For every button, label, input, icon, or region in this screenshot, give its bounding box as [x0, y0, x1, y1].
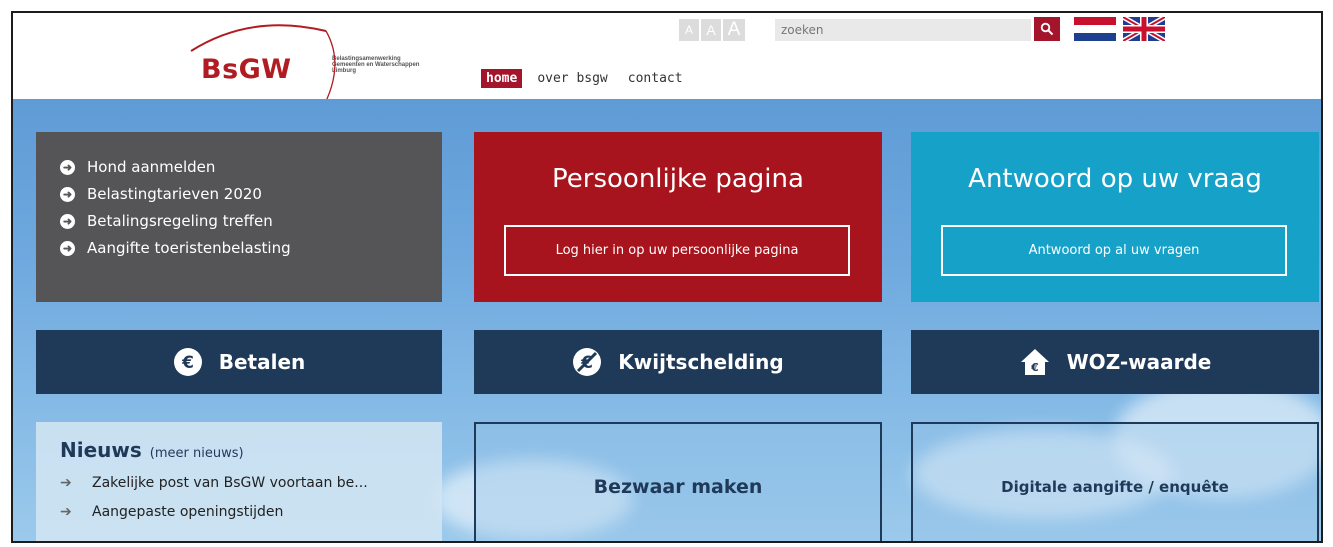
nav-contact[interactable]: contact: [623, 69, 688, 88]
answers-button[interactable]: Antwoord op al uw vragen: [941, 225, 1287, 276]
answer-title: Antwoord op uw vraag: [968, 164, 1262, 194]
arrow-right-icon: ➔: [60, 503, 72, 519]
news-panel: Nieuws (meer nieuws) ➔ Zakelijke post va…: [36, 422, 442, 541]
svg-text:€: €: [181, 353, 194, 373]
personal-page-title: Persoonlijke pagina: [552, 164, 804, 194]
search-icon: [1040, 22, 1054, 36]
quick-links-panel: ➜ Hond aanmelden ➜ Belastingtarieven 202…: [36, 132, 442, 302]
quick-link-hond[interactable]: ➜ Hond aanmelden: [60, 158, 418, 176]
house-icon: €: [1020, 349, 1049, 375]
dutch-flag-icon[interactable]: [1074, 17, 1116, 41]
browser-frame: BsGW Belastingsamenwerking Gemeenten en …: [11, 11, 1323, 543]
digitale-aangifte-tile[interactable]: Digitale aangifte / enquête: [911, 422, 1319, 541]
font-size-controls: A A A: [679, 19, 745, 41]
news-title: Nieuws: [60, 438, 142, 462]
font-size-small-button[interactable]: A: [679, 19, 699, 41]
woz-button[interactable]: € WOZ-waarde: [911, 330, 1319, 394]
arrow-right-icon: ➜: [60, 186, 75, 202]
nav-over-bsgw[interactable]: over bsgw: [532, 69, 612, 88]
arrow-right-icon: ➜: [60, 159, 75, 175]
news-item[interactable]: ➔ Zakelijke post van BsGW voortaan be...: [60, 474, 418, 491]
search-input[interactable]: [775, 19, 1031, 41]
bsgw-logo[interactable]: BsGW Belastingsamenwerking Gemeenten en …: [181, 21, 481, 111]
logo-text: BsGW: [201, 54, 292, 85]
more-news-link[interactable]: (meer nieuws): [150, 446, 244, 461]
euro-icon: €: [173, 348, 202, 376]
login-button[interactable]: Log hier in op uw persoonlijke pagina: [504, 225, 850, 276]
uk-flag-icon[interactable]: [1123, 17, 1165, 41]
quick-link-toeristenbelasting[interactable]: ➜ Aangifte toeristenbelasting: [60, 239, 418, 257]
nav-home[interactable]: home: [481, 69, 523, 88]
arrow-right-icon: ➔: [60, 474, 72, 490]
font-size-medium-button[interactable]: A: [701, 19, 721, 41]
euro-crossed-icon: €: [573, 348, 602, 376]
svg-text:€: €: [1030, 361, 1039, 374]
news-item[interactable]: ➔ Aangepaste openingstijden: [60, 503, 418, 520]
bezwaar-tile[interactable]: Bezwaar maken: [474, 422, 882, 541]
hero-background: ➜ Hond aanmelden ➜ Belastingtarieven 202…: [13, 99, 1321, 541]
news-header: Nieuws (meer nieuws): [60, 438, 418, 462]
logo-subtitle: Belastingsamenwerking Gemeenten en Water…: [332, 56, 420, 74]
answer-tile: Antwoord op uw vraag Antwoord op al uw v…: [911, 132, 1319, 302]
font-size-large-button[interactable]: A: [723, 19, 745, 41]
arrow-right-icon: ➜: [60, 213, 75, 229]
quick-link-tarieven[interactable]: ➜ Belastingtarieven 2020: [60, 185, 418, 203]
site-header: BsGW Belastingsamenwerking Gemeenten en …: [13, 13, 1321, 111]
personal-page-tile: Persoonlijke pagina Log hier in op uw pe…: [474, 132, 882, 302]
quick-link-betalingsregeling[interactable]: ➜ Betalingsregeling treffen: [60, 212, 418, 230]
arrow-right-icon: ➜: [60, 240, 75, 256]
search-button[interactable]: [1034, 17, 1060, 41]
kwijtschelding-button[interactable]: € Kwijtschelding: [474, 330, 882, 394]
pay-button[interactable]: € Betalen: [36, 330, 442, 394]
main-nav: home over bsgw contact: [481, 69, 688, 88]
